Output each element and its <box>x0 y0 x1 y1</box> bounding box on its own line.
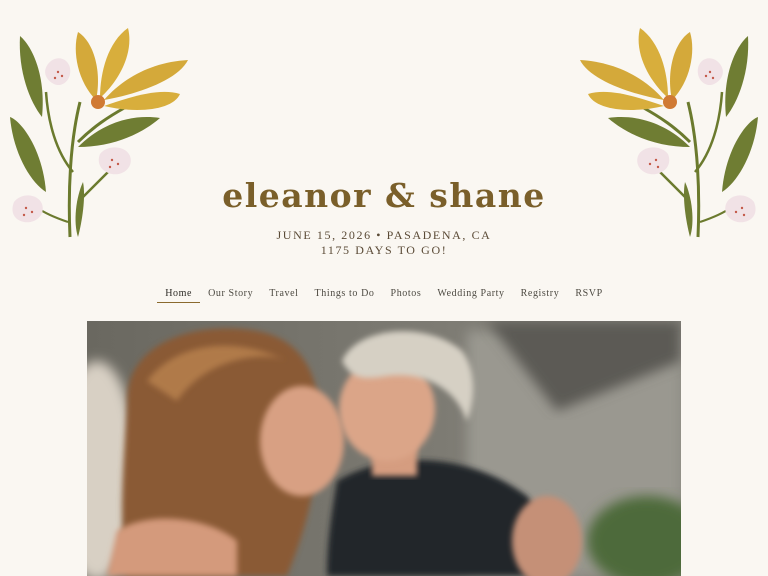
nav-item-home[interactable]: Home <box>157 288 201 303</box>
nav-item-rsvp[interactable]: RSVP <box>567 288 610 303</box>
couple-names-title: eleanor & shane <box>222 176 546 215</box>
nav-item-our-story[interactable]: Our Story <box>200 288 261 303</box>
event-date-location: JUNE 15, 2026 • PASADENA, CA <box>276 228 492 242</box>
hero-couple-photo <box>87 321 681 576</box>
nav-item-travel[interactable]: Travel <box>261 288 306 303</box>
nav-item-wedding-party[interactable]: Wedding Party <box>429 288 512 303</box>
nav-item-things-to-do[interactable]: Things to Do <box>307 288 383 303</box>
hero-photo-illustration <box>87 321 681 576</box>
nav-item-photos[interactable]: Photos <box>383 288 430 303</box>
wedding-site-page: eleanor & shane JUNE 15, 2026 • PASADENA… <box>0 0 768 576</box>
main-navigation: Home Our Story Travel Things to Do Photo… <box>0 288 768 303</box>
nav-item-registry[interactable]: Registry <box>513 288 568 303</box>
event-countdown: 1175 DAYS TO GO! <box>320 243 448 257</box>
